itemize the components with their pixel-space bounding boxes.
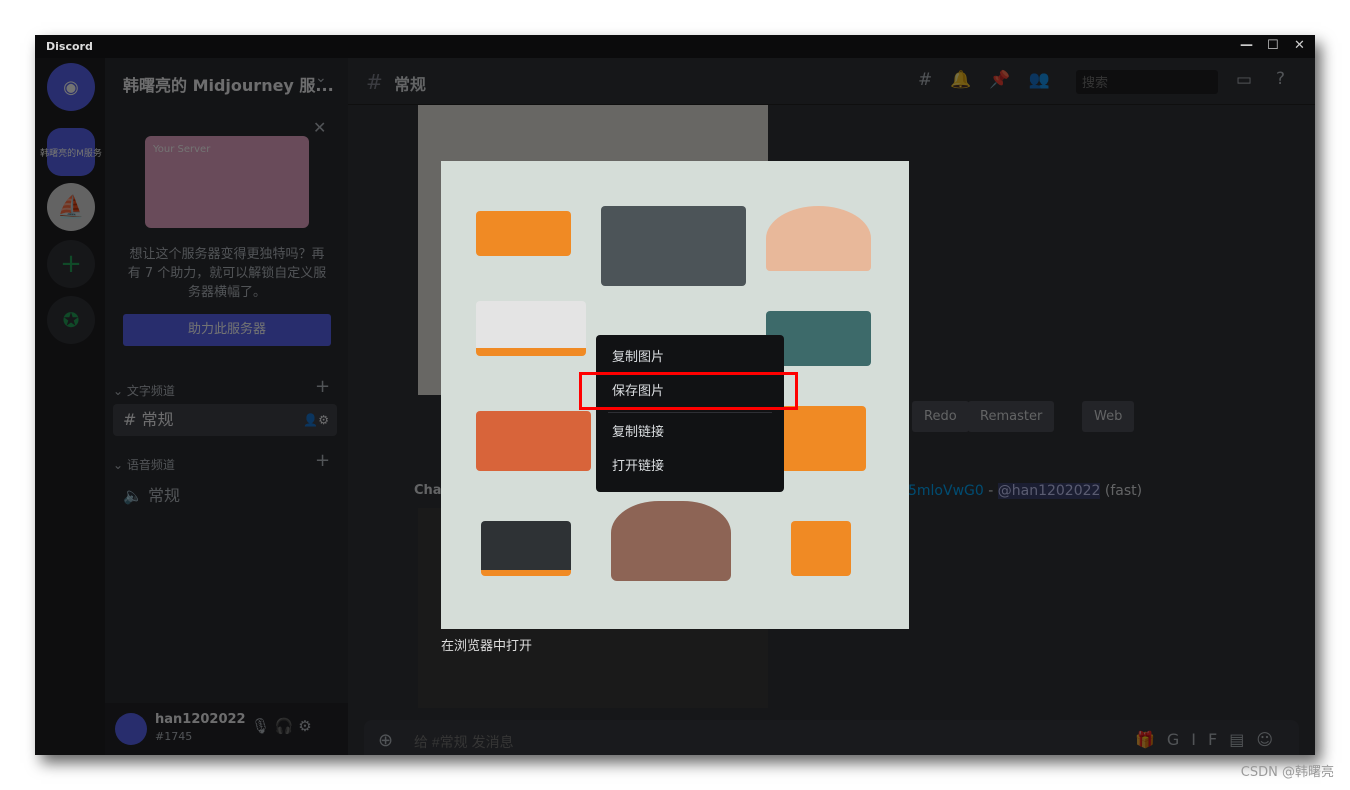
boost-card-label: Your Server — [153, 144, 211, 155]
midjourney-server-icon[interactable]: ⛵ — [47, 183, 95, 231]
server-icon-midjourney-han[interactable]: 韩曙亮的M服务 — [40, 128, 102, 176]
category-label: 语音频道 — [126, 458, 175, 472]
pin-icon[interactable]: 📌 — [989, 70, 1028, 90]
message-composer: ⊕ 🎁GIF▤☺ — [364, 720, 1299, 755]
category-label: 文字频道 — [126, 384, 175, 398]
dump-truck-image — [476, 301, 586, 356]
app-title: Discord — [46, 40, 93, 53]
message-suffix: (fast) — [1104, 483, 1143, 499]
add-channel-icon[interactable]: + — [315, 376, 330, 397]
web-button[interactable]: Web — [1082, 401, 1135, 432]
menu-item-save-image[interactable]: 保存图片 — [604, 375, 776, 409]
microphone-icon[interactable]: 🎙 — [251, 717, 270, 735]
boost-server-button[interactable]: 助力此服务器 — [123, 314, 331, 346]
inbox-icon[interactable]: ▭ — [1236, 70, 1252, 90]
maximize-button[interactable]: ☐ — [1267, 38, 1279, 53]
voice-channel-general[interactable]: 🔈 常规 — [123, 482, 180, 506]
boost-banner-card: Your Server — [145, 136, 309, 228]
open-in-browser-link[interactable]: 在浏览器中打开 — [441, 635, 532, 654]
add-voice-channel-icon[interactable]: + — [315, 450, 330, 471]
remaster-button[interactable]: Remaster — [968, 401, 1055, 432]
message-link[interactable]: 5mloVwG0 — [908, 483, 984, 499]
roller-image — [601, 206, 746, 286]
context-menu: 复制图片 保存图片 复制链接 打开链接 — [596, 335, 784, 492]
hash-icon: # — [366, 70, 383, 94]
add-server-icon[interactable]: + — [47, 240, 95, 288]
author-fragment: Cha — [414, 483, 442, 498]
search-input[interactable] — [1076, 70, 1218, 94]
boulder-image — [476, 411, 591, 471]
boost-text: 想让这个服务器变得更独特吗？再有 7 个助力，就可以解锁自定义服务器横幅了。 — [127, 247, 327, 300]
headphones-icon[interactable]: 🎧 — [275, 717, 294, 735]
emoji-icon[interactable]: ☺ — [1256, 730, 1285, 749]
channel-label: 常规 — [141, 410, 174, 429]
bulldozer-image — [481, 521, 571, 576]
explore-compass-icon[interactable]: ✪ — [47, 296, 95, 344]
discord-home-icon[interactable]: ◉ — [47, 63, 95, 111]
channel-item-general[interactable]: # 常规 👤⚙ — [113, 404, 337, 436]
members-icon[interactable]: 👥 — [1029, 70, 1068, 90]
loader-image — [791, 521, 851, 576]
server-rail: ◉ 韩曙亮的M服务 ⛵ + ✪ — [35, 58, 105, 755]
threads-icon[interactable]: # — [918, 70, 950, 90]
user-panel: han1202022 #1745 🎙 🎧 ⚙ — [105, 703, 348, 755]
user-tag: #1745 — [155, 730, 193, 743]
redo-button[interactable]: Redo — [912, 401, 969, 432]
channel-header: # 常规 #🔔📌👥 ▭ ? — [348, 58, 1315, 105]
settings-gear-icon[interactable]: 👤⚙ — [303, 404, 329, 436]
category-voice-channels[interactable]: ⌄ 语音频道 — [113, 456, 175, 473]
server-icon-label: 韩曙亮的M服务 — [40, 148, 102, 159]
excavator-image — [781, 406, 866, 471]
sticker-icon[interactable]: ▤ — [1229, 730, 1256, 749]
server-name[interactable]: 韩曙亮的 Midjourney 服... — [123, 72, 334, 96]
help-icon[interactable]: ? — [1276, 69, 1285, 89]
bell-icon[interactable]: 🔔 — [950, 70, 989, 90]
menu-item-copy-image[interactable]: 复制图片 — [604, 341, 776, 375]
add-attachment-icon[interactable]: ⊕ — [378, 730, 393, 751]
category-text-channels[interactable]: ⌄ 文字频道 — [113, 382, 175, 399]
chevron-down-icon[interactable]: ⌄ — [315, 70, 327, 86]
username: han1202022 — [155, 712, 246, 727]
channel-sidebar: 韩曙亮的 Midjourney 服... ⌄ Your Server ✕ 想让这… — [105, 58, 348, 755]
channel-label: 常规 — [148, 486, 181, 505]
discord-window: Discord — ☐ ✕ ◉ 韩曙亮的M服务 ⛵ + ✪ 韩曙亮的 Midjo… — [35, 35, 1315, 755]
menu-item-open-link[interactable]: 打开链接 — [604, 450, 776, 484]
title-bar: Discord — ☐ ✕ — [35, 35, 1315, 58]
channel-title: 常规 — [394, 75, 427, 94]
brown-rock-image — [611, 501, 731, 581]
truck-image — [476, 211, 571, 256]
user-settings-icon[interactable]: ⚙ — [298, 717, 311, 735]
gift-icon[interactable]: 🎁 — [1135, 730, 1167, 749]
minimize-button[interactable]: — — [1240, 38, 1253, 53]
watermark: CSDN @韩曙亮 — [1240, 765, 1334, 780]
avatar[interactable] — [115, 713, 147, 745]
message-input[interactable] — [414, 730, 1014, 754]
gif-icon[interactable]: GIF — [1167, 730, 1229, 749]
rock-image — [766, 206, 871, 271]
close-icon[interactable]: ✕ — [313, 118, 326, 137]
menu-item-copy-link[interactable]: 复制链接 — [604, 416, 776, 450]
user-mention[interactable]: @han1202022 — [997, 483, 1101, 499]
menu-divider — [608, 412, 772, 413]
close-window-button[interactable]: ✕ — [1294, 38, 1305, 53]
message-author-line: 5mloVwG0 - @han1202022 (fast) — [908, 483, 1143, 499]
